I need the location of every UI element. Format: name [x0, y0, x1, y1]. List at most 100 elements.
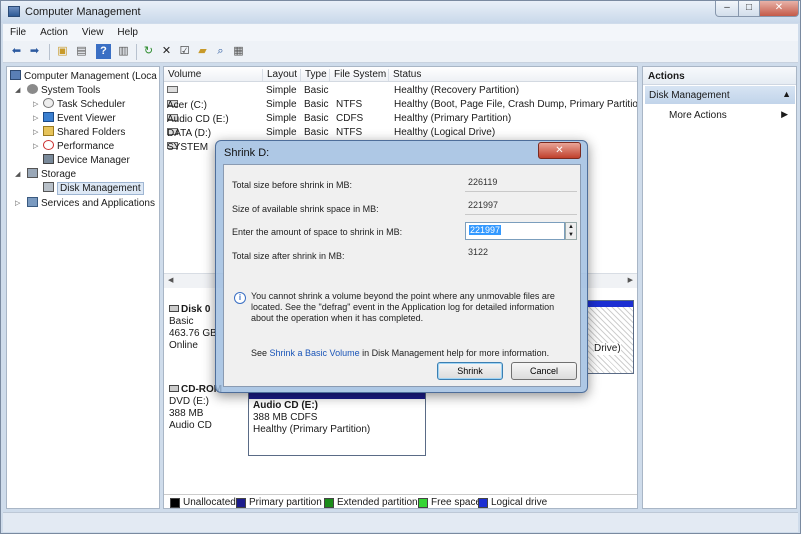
tree-item-shared-folders[interactable]: ▷ Shared Folders — [33, 126, 125, 139]
column-file-system[interactable]: File System — [330, 69, 389, 81]
dialog-title: Shrink D: — [224, 147, 270, 159]
tree-item-storage[interactable]: ◢ Storage — [15, 168, 76, 181]
up-folder-icon[interactable]: ▣ — [55, 44, 70, 59]
scroll-right-arrow-icon[interactable]: ▶ — [628, 276, 633, 284]
shrink-amount-label: Enter the amount of space to shrink in M… — [232, 227, 403, 237]
tree-item-device-manager[interactable]: Device Manager — [43, 154, 130, 167]
toolbar-separator — [49, 44, 50, 60]
open-folder-icon[interactable]: ▰ — [195, 44, 210, 59]
storage-icon — [27, 168, 38, 178]
window-title: Computer Management — [25, 6, 141, 18]
available-shrink-value: 221997 — [465, 198, 577, 215]
partition-legend: Unallocated Primary partition Extended p… — [164, 494, 637, 508]
refresh-icon[interactable]: ↻ — [141, 44, 156, 59]
legend-swatch-free-space — [418, 498, 428, 508]
volume-icon — [167, 86, 178, 93]
computer-management-window: Computer Management – □ ✕ File Action Vi… — [0, 0, 801, 534]
shrink-button[interactable]: Shrink — [437, 362, 503, 380]
maximize-button[interactable]: □ — [738, 1, 760, 17]
column-status[interactable]: Status — [389, 69, 637, 81]
tree-item-system-tools[interactable]: ◢ System Tools — [15, 84, 100, 97]
legend-swatch-unallocated — [170, 498, 180, 508]
menu-help[interactable]: Help — [110, 24, 145, 41]
computer-management-icon — [8, 6, 20, 17]
expand-arrow-icon[interactable]: ▷ — [15, 197, 20, 210]
total-size-value: 226119 — [465, 175, 577, 192]
submenu-arrow-icon[interactable]: ▶ — [781, 109, 788, 120]
shrink-basic-volume-link[interactable]: Shrink a Basic Volume — [270, 348, 360, 358]
actions-pane: Actions Disk Management ▲ More Actions ▶ — [642, 66, 797, 509]
device-manager-icon — [43, 154, 54, 164]
dialog-close-button[interactable]: ✕ — [538, 142, 581, 159]
shrink-amount-input[interactable]: 221997 — [465, 222, 565, 240]
menu-bar: File Action View Help — [3, 24, 798, 41]
volume-row[interactable]: Simple Basic Healthy (Recovery Partition… — [164, 84, 637, 98]
expand-arrow-icon[interactable]: ▷ — [33, 98, 38, 111]
tree-item-performance[interactable]: ▷ Performance — [33, 140, 114, 153]
dialog-body: Total size before shrink in MB: 226119 S… — [223, 164, 581, 387]
disk-icon — [169, 305, 179, 312]
folder-icon — [43, 126, 54, 136]
menu-action[interactable]: Action — [33, 24, 75, 41]
tree-item-services-and-applications[interactable]: ▷ Services and Applications — [15, 197, 155, 210]
tree-item-task-scheduler[interactable]: ▷ Task Scheduler — [33, 98, 125, 111]
menu-view[interactable]: View — [75, 24, 111, 41]
volume-row[interactable]: Acer (C:) Simple Basic NTFS Healthy (Boo… — [164, 98, 637, 112]
cd-icon — [169, 385, 179, 392]
event-viewer-icon — [43, 112, 54, 122]
forward-arrow-icon[interactable]: ➡ — [27, 44, 42, 59]
minimize-button[interactable]: – — [715, 1, 739, 17]
collapse-arrow-icon[interactable]: ◢ — [15, 168, 20, 181]
show-hide-tree-icon[interactable]: ▤ — [74, 44, 89, 59]
more-actions-link[interactable]: More Actions — [669, 110, 727, 121]
properties-icon[interactable]: ▦ — [231, 44, 246, 59]
collapse-arrow-icon[interactable]: ◢ — [15, 84, 20, 97]
tools-icon — [27, 84, 38, 94]
expand-arrow-icon[interactable]: ▷ — [33, 126, 38, 139]
shrink-info-text: You cannot shrink a volume beyond the po… — [251, 291, 555, 323]
tree-item-computer-management[interactable]: Computer Management (Loca — [10, 70, 157, 83]
logical-drive-bar — [588, 301, 633, 307]
volume-list-header: Volume Layout Type File System Status — [164, 67, 637, 82]
checklist-icon[interactable]: ☑ — [177, 44, 192, 59]
toolbar: ⬅ ➡ ▣ ▤ ? ▥ ↻ ✕ ☑ ▰ ⌕ ▦ — [3, 41, 798, 63]
search-icon[interactable]: ⌕ — [213, 44, 228, 59]
column-layout[interactable]: Layout — [263, 69, 301, 81]
delete-icon[interactable]: ✕ — [159, 44, 174, 59]
disk-management-icon — [43, 182, 54, 192]
close-button[interactable]: ✕ — [759, 1, 799, 17]
shrink-amount-stepper[interactable]: ▲ ▼ — [565, 222, 577, 240]
actions-section-disk-management[interactable]: Disk Management ▲ — [645, 86, 795, 104]
back-arrow-icon[interactable]: ⬅ — [9, 44, 24, 59]
partition-audio-cd[interactable]: Audio CD (E:) 388 MB CDFS Healthy (Prima… — [248, 392, 426, 456]
scroll-left-arrow-icon[interactable]: ◀ — [168, 276, 173, 284]
column-volume[interactable]: Volume — [164, 69, 263, 81]
primary-partition-bar — [249, 393, 425, 399]
services-icon — [27, 197, 38, 207]
tree-item-disk-management[interactable]: Disk Management — [43, 182, 144, 195]
size-after-shrink-label: Total size after shrink in MB: — [232, 251, 345, 261]
computer-icon — [10, 70, 21, 80]
tree-item-event-viewer[interactable]: ▷ Event Viewer — [33, 112, 116, 125]
volume-row[interactable]: DATA (D:) Simple Basic NTFS Healthy (Log… — [164, 126, 637, 140]
legend-swatch-logical — [478, 498, 488, 508]
volume-row[interactable]: Audio CD (E:) Simple Basic CDFS Healthy … — [164, 112, 637, 126]
expand-arrow-icon[interactable]: ▷ — [33, 112, 38, 125]
toolbar-separator — [136, 44, 137, 60]
partition-data-d[interactable]: Drive) — [587, 300, 634, 374]
legend-swatch-primary — [236, 498, 246, 508]
help-icon[interactable]: ? — [96, 44, 111, 59]
title-bar[interactable]: Computer Management – □ ✕ — [1, 1, 800, 23]
column-type[interactable]: Type — [301, 69, 330, 81]
collapse-up-icon[interactable]: ▲ — [782, 89, 791, 99]
menu-file[interactable]: File — [3, 24, 33, 41]
clock-icon — [43, 98, 54, 108]
performance-icon — [43, 140, 54, 150]
show-hide-action-pane-icon[interactable]: ▥ — [116, 44, 131, 59]
actions-header: Actions — [643, 67, 796, 85]
help-reference-text: See Shrink a Basic Volume in Disk Manage… — [251, 348, 550, 358]
legend-swatch-extended — [324, 498, 334, 508]
cancel-button[interactable]: Cancel — [511, 362, 577, 380]
info-icon: i — [234, 292, 246, 304]
expand-arrow-icon[interactable]: ▷ — [33, 140, 38, 153]
